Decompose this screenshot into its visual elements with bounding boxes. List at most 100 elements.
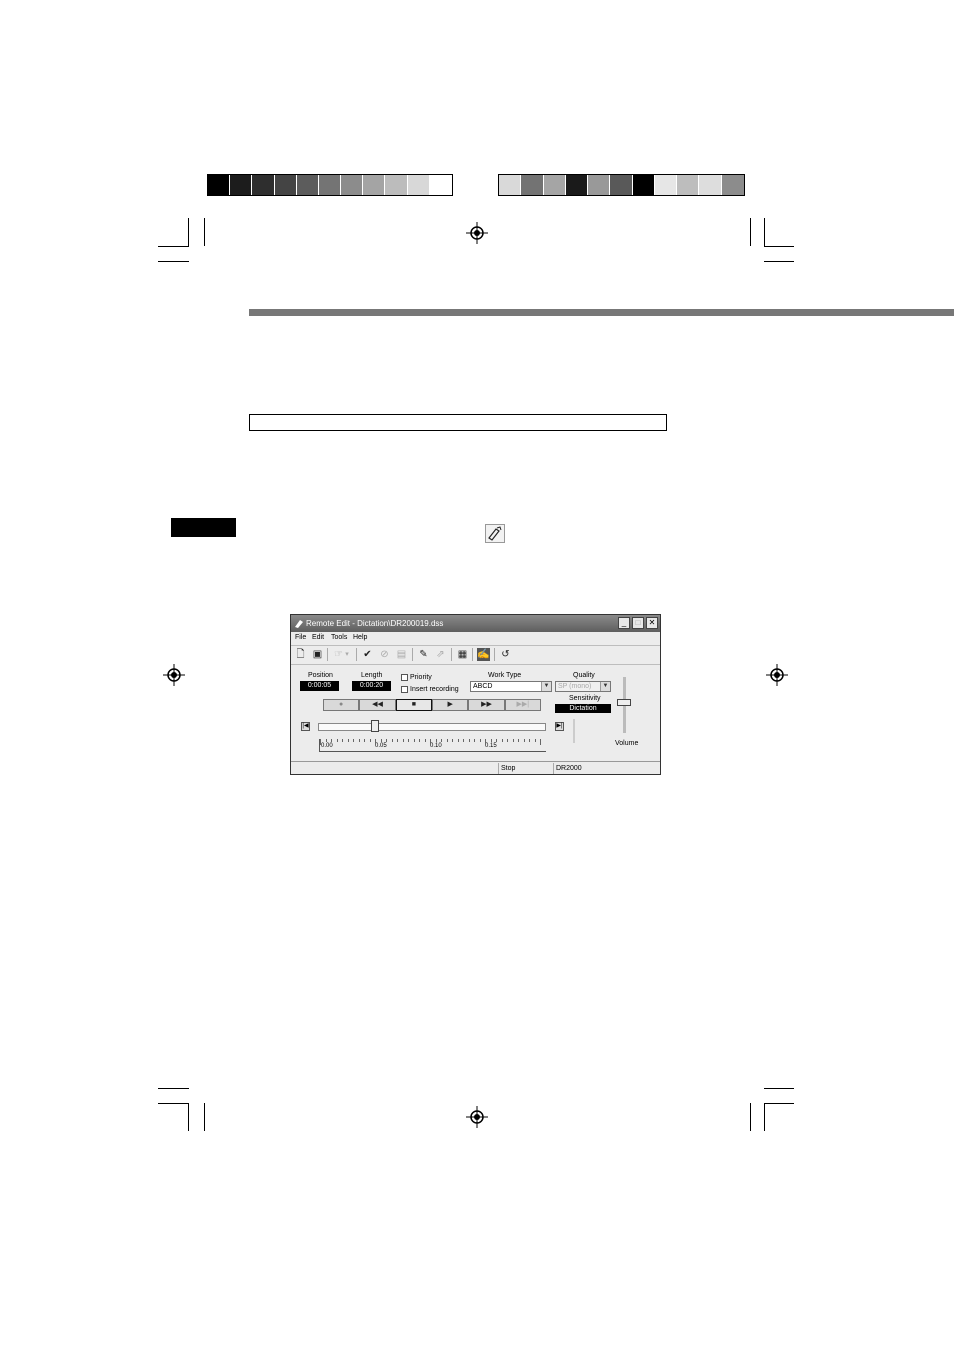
ruler-tick: [375, 739, 376, 745]
color-strip-right: [498, 174, 745, 196]
color-swatch: [654, 175, 678, 195]
priority-label: Priority: [410, 674, 432, 681]
transport-bar: ● ◀◀ ■ ▶ ▶▶ ▶▶|: [323, 699, 541, 711]
stop-button[interactable]: ■: [395, 699, 432, 711]
save-icon[interactable]: ▣: [311, 648, 324, 661]
maximize-button[interactable]: □: [632, 617, 644, 629]
status-state: Stop: [499, 763, 554, 774]
ruler-tick: [342, 739, 343, 742]
color-swatch: [677, 175, 700, 195]
go-start-button[interactable]: |◀: [301, 722, 310, 731]
color-swatch: [632, 175, 655, 195]
record-button[interactable]: ●: [323, 699, 360, 711]
quality-label: Quality: [573, 672, 595, 679]
color-swatch: [208, 175, 231, 195]
time-ruler: 0.00 0.05 0.10 0.15: [319, 739, 546, 752]
ruler-tick: [518, 739, 519, 742]
color-swatch: [341, 175, 364, 195]
color-swatch: [252, 175, 275, 195]
export-icon[interactable]: ⇗: [434, 648, 447, 661]
chevron-down-icon: ▼: [541, 682, 551, 691]
registration-mark-icon: [766, 664, 788, 686]
crop-mark: [764, 246, 794, 247]
ruler-tick: [441, 739, 442, 742]
undo-icon[interactable]: ↺: [499, 648, 512, 661]
minimize-button[interactable]: _: [618, 617, 630, 629]
color-swatch: [521, 175, 544, 195]
status-bar: Stop DR2000: [291, 761, 660, 775]
length-display: 0:00:20: [352, 681, 391, 691]
ruler-tick: [507, 739, 508, 742]
check-icon[interactable]: ✔: [361, 648, 374, 661]
insert-recording-checkbox[interactable]: [401, 686, 408, 693]
sensitivity-slider[interactable]: [573, 719, 575, 743]
toolbar-separator: [472, 648, 473, 661]
toolbar-separator: [412, 648, 413, 661]
ruler-tick: [386, 739, 387, 742]
ruler-tick: [490, 739, 492, 742]
remote-edit-icon[interactable]: ✍: [477, 648, 490, 661]
ruler-tick: [479, 739, 481, 742]
color-swatch: [610, 175, 633, 195]
toolbar: 🗋 ▣ ☞ ▾ ✔ ⊘ ▤ ✎ ⇗ ▦ ✍ ↺: [291, 645, 660, 665]
book-icon[interactable]: ▤: [395, 648, 408, 661]
ruler-tick: [540, 739, 541, 745]
color-swatch: [543, 175, 566, 195]
ruler-tick: [419, 739, 420, 742]
remote-edit-icon: [485, 524, 505, 543]
ruler-tick: [496, 739, 497, 742]
side-tab: [171, 518, 236, 537]
window-title: Remote Edit - Dictation\DR200019.dss: [306, 619, 444, 628]
go-end-button[interactable]: ▶|: [555, 722, 564, 731]
quality-select[interactable]: SP (mono) ▼: [555, 681, 611, 692]
play-button[interactable]: ▶: [431, 699, 469, 711]
note-box: [249, 414, 667, 431]
sensitivity-label: Sensitivity: [569, 695, 601, 702]
title-bar[interactable]: Remote Edit - Dictation\DR200019.dss _ □…: [291, 615, 660, 632]
worktype-value: ABCD: [473, 683, 493, 690]
menu-file[interactable]: File: [295, 634, 306, 641]
volume-thumb[interactable]: [617, 699, 631, 707]
crop-mark: [764, 261, 794, 262]
close-button[interactable]: ✕: [646, 617, 658, 629]
position-display: 0:00:05: [300, 681, 339, 691]
ruler-tick: [512, 739, 514, 742]
properties-icon[interactable]: ▦: [456, 648, 469, 661]
ruler-tick: [430, 739, 431, 745]
ruler-tick: [474, 739, 475, 742]
ruler-tick: [408, 739, 409, 742]
worktype-select[interactable]: ABCD ▼: [470, 681, 552, 692]
ruler-tick: [325, 739, 327, 742]
eraser-icon[interactable]: ✎: [417, 648, 430, 661]
length-label: Length: [361, 672, 383, 679]
position-thumb[interactable]: [371, 720, 379, 732]
ruler-tick: [353, 739, 354, 742]
fast-forward-button[interactable]: ▶▶: [468, 699, 505, 711]
chevron-down-icon[interactable]: ▾: [343, 648, 351, 661]
crop-mark: [158, 1088, 189, 1089]
crop-mark: [158, 261, 189, 262]
ruler-tick: [523, 739, 525, 742]
new-icon[interactable]: 🗋: [294, 648, 307, 661]
toolbar-separator: [494, 648, 495, 661]
ruler-tick: [452, 739, 453, 742]
position-slider[interactable]: [318, 723, 546, 731]
ruler-tick: [380, 739, 382, 742]
color-strip-left: [207, 174, 453, 196]
priority-checkbox[interactable]: [401, 674, 408, 681]
check-circle-icon[interactable]: ⊘: [378, 648, 391, 661]
skip-end-button[interactable]: ▶▶|: [504, 699, 541, 711]
menu-help[interactable]: Help: [353, 634, 367, 641]
crop-mark: [750, 218, 751, 246]
color-swatch: [363, 175, 386, 195]
crop-mark: [158, 1103, 189, 1104]
color-swatch: [318, 175, 342, 195]
rewind-button[interactable]: ◀◀: [359, 699, 396, 711]
toolbar-separator: [451, 648, 452, 661]
registration-mark-icon: [466, 1106, 488, 1128]
sensitivity-display[interactable]: Dictation: [555, 704, 611, 713]
menu-tools[interactable]: Tools: [331, 634, 347, 641]
status-cell: [291, 763, 499, 774]
menu-edit[interactable]: Edit: [312, 634, 324, 641]
color-swatch: [499, 175, 522, 195]
